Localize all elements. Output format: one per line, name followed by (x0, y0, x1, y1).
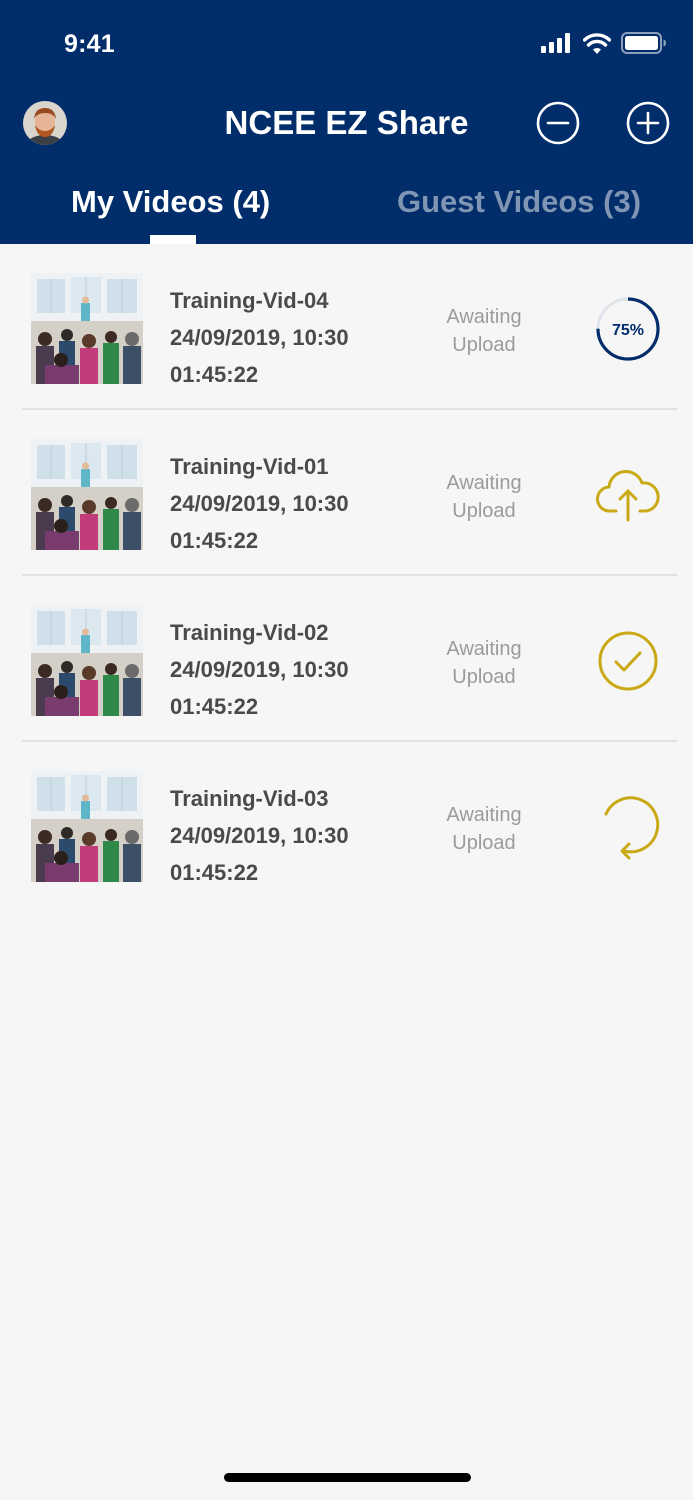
video-duration: 01:45:22 (170, 528, 259, 553)
app-title: NCEE EZ Share (224, 104, 469, 141)
upload-status-line2: Upload (452, 334, 516, 356)
check-circle-icon (598, 631, 658, 691)
video-info: Training-Vid-01 24/09/2019, 10:30 01:45:… (170, 448, 349, 559)
classroom-thumbnail-image (31, 605, 143, 716)
upload-status-line1: Awaiting (446, 472, 522, 494)
video-info: Training-Vid-03 24/09/2019, 10:30 01:45:… (170, 780, 349, 891)
zoom-out-button[interactable] (536, 101, 580, 145)
classroom-thumbnail-image (31, 771, 143, 882)
upload-status: Awaiting Upload (426, 303, 542, 359)
retry-icon (604, 796, 660, 860)
classroom-thumbnail-image (31, 273, 143, 384)
video-row[interactable]: Training-Vid-02 24/09/2019, 10:30 01:45:… (0, 576, 693, 742)
upload-button[interactable] (594, 461, 662, 529)
video-thumbnail (31, 605, 143, 716)
video-name: Training-Vid-04 (170, 288, 329, 313)
plus-circle-icon (626, 101, 670, 145)
video-datetime: 24/09/2019, 10:30 (170, 823, 349, 848)
status-time: 9:41 (64, 30, 115, 58)
home-indicator (224, 1473, 471, 1482)
battery-icon (621, 32, 666, 54)
upload-complete-indicator[interactable] (594, 627, 662, 695)
upload-status-line1: Awaiting (446, 638, 522, 660)
upload-status-line1: Awaiting (446, 804, 522, 826)
upload-status-line2: Upload (452, 666, 516, 688)
wifi-icon (583, 32, 611, 54)
video-name: Training-Vid-02 (170, 620, 329, 645)
classroom-thumbnail-image (31, 439, 143, 550)
cloud-upload-icon (596, 470, 660, 522)
video-duration: 01:45:22 (170, 860, 259, 885)
video-list: Training-Vid-04 24/09/2019, 10:30 01:45:… (0, 244, 693, 908)
status-icons (541, 32, 667, 54)
upload-status: Awaiting Upload (426, 469, 542, 525)
video-row[interactable]: Training-Vid-01 24/09/2019, 10:30 01:45:… (0, 410, 693, 576)
video-info: Training-Vid-04 24/09/2019, 10:30 01:45:… (170, 282, 349, 393)
tab-indicator (150, 235, 196, 244)
progress-label: 75% (612, 322, 644, 339)
video-datetime: 24/09/2019, 10:30 (170, 657, 349, 682)
video-datetime: 24/09/2019, 10:30 (170, 491, 349, 516)
minus-circle-icon (536, 101, 580, 145)
video-datetime: 24/09/2019, 10:30 (170, 325, 349, 350)
video-name: Training-Vid-01 (170, 454, 329, 479)
video-duration: 01:45:22 (170, 362, 259, 387)
upload-progress[interactable]: 75% (594, 295, 662, 363)
video-thumbnail (31, 771, 143, 882)
upload-status: Awaiting Upload (426, 635, 542, 691)
video-row[interactable]: Training-Vid-04 24/09/2019, 10:30 01:45:… (0, 244, 693, 410)
upload-status-line2: Upload (452, 500, 516, 522)
video-duration: 01:45:22 (170, 694, 259, 719)
app-header: 9:41 NCEE EZ Share My Videos (4) Guest V… (0, 0, 693, 244)
video-thumbnail (31, 273, 143, 384)
upload-status-line2: Upload (452, 832, 516, 854)
video-name: Training-Vid-03 (170, 786, 329, 811)
video-thumbnail (31, 439, 143, 550)
video-row[interactable]: Training-Vid-03 24/09/2019, 10:30 01:45:… (0, 742, 693, 908)
progress-ring-icon: 75% (596, 297, 660, 361)
cellular-signal-icon (541, 33, 570, 53)
upload-status: Awaiting Upload (426, 801, 542, 857)
video-info: Training-Vid-02 24/09/2019, 10:30 01:45:… (170, 614, 349, 725)
add-video-button[interactable] (626, 101, 670, 145)
tab-my-videos[interactable]: My Videos (4) (71, 184, 270, 220)
retry-upload-button[interactable] (594, 793, 662, 861)
upload-status-line1: Awaiting (446, 306, 522, 328)
tab-guest-videos[interactable]: Guest Videos (3) (397, 184, 641, 220)
